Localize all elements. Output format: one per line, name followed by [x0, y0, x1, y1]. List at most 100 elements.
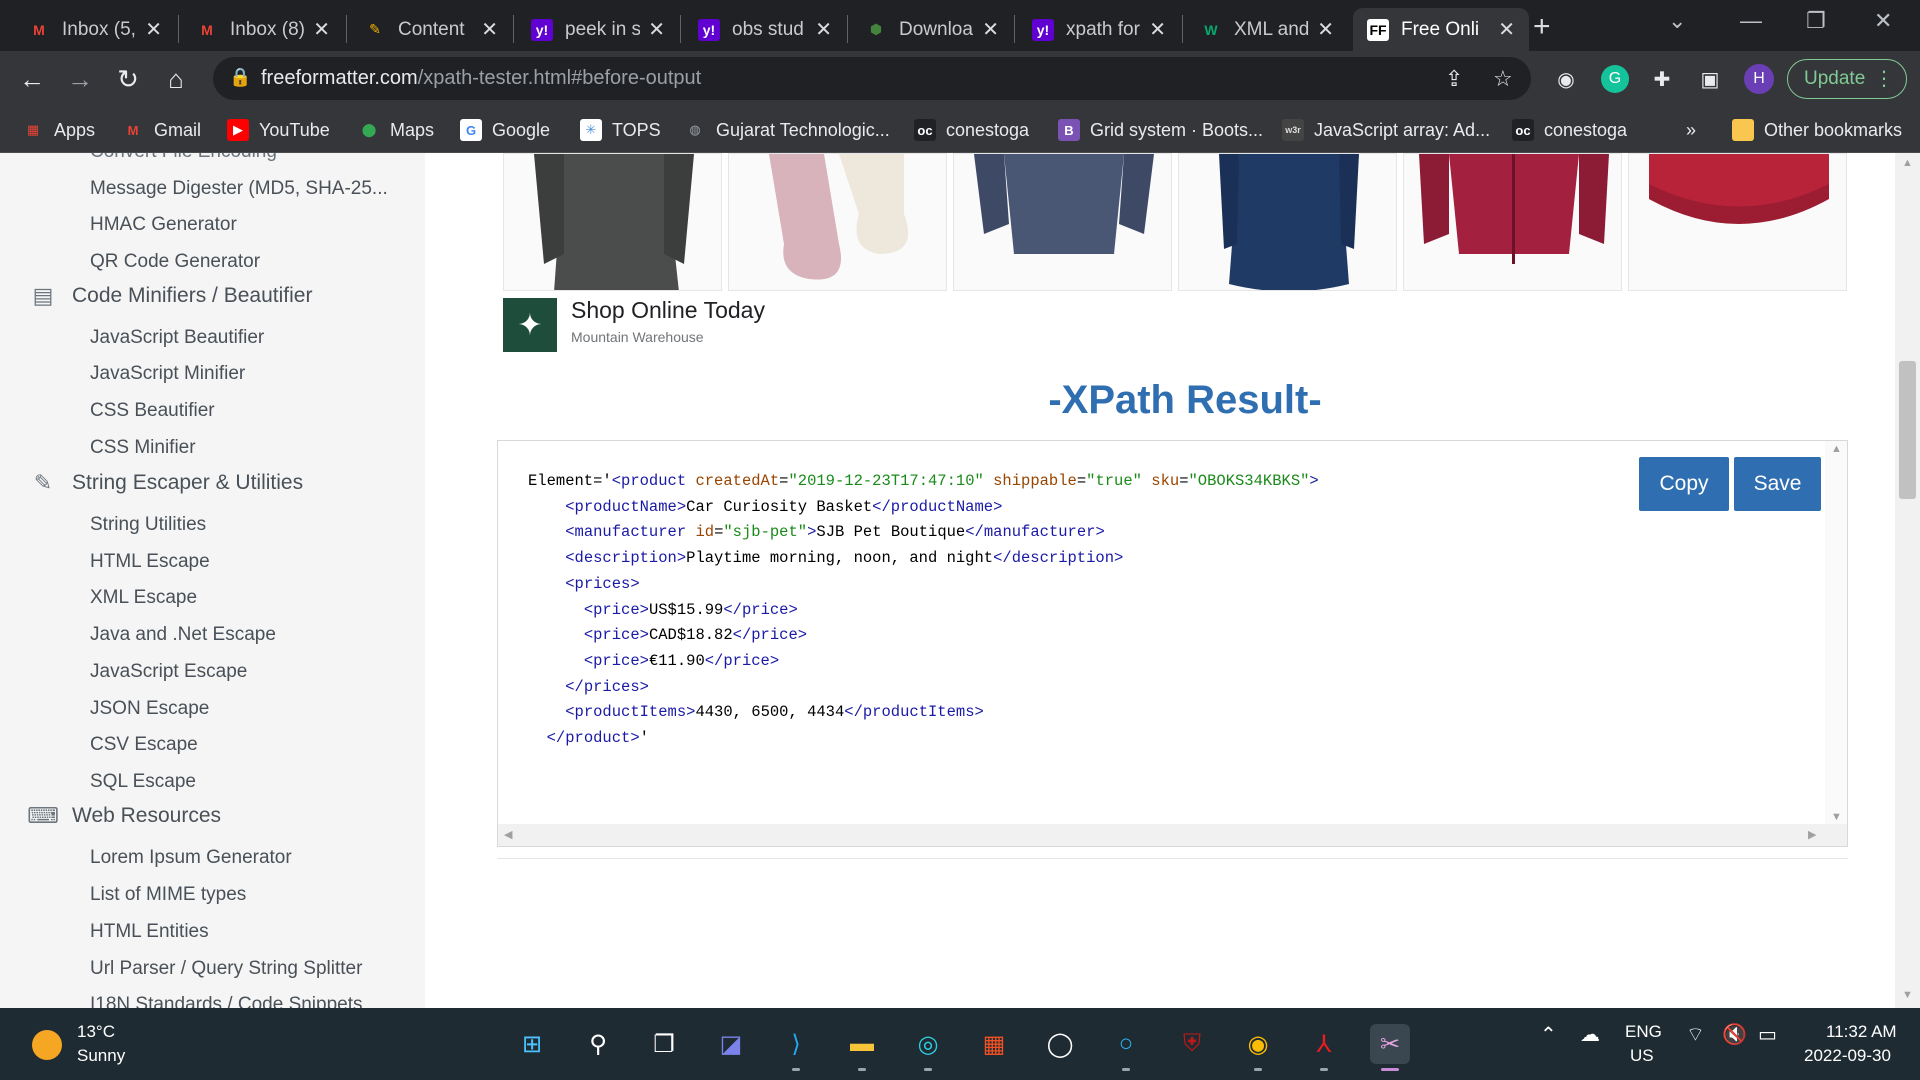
dell-icon[interactable]: ◯: [1040, 1024, 1080, 1064]
output-horizontal-scrollbar[interactable]: ◀ ▶: [498, 824, 1847, 846]
sidebar-category-minifiers[interactable]: ▤ Code Minifiers / Beautifier: [30, 283, 313, 309]
page-scroll-thumb[interactable]: [1899, 361, 1916, 499]
ad-product-coat[interactable]: [953, 153, 1172, 291]
browser-tab[interactable]: FF Free Onli ✕: [1353, 8, 1529, 51]
share-icon[interactable]: ⇪: [1445, 66, 1463, 92]
forward-icon[interactable]: →: [62, 61, 98, 97]
lock-icon[interactable]: 🔒: [229, 67, 251, 88]
edge-icon[interactable]: ◎: [908, 1024, 948, 1064]
sun-icon[interactable]: [32, 1030, 62, 1060]
sidebar-item-sql-escape[interactable]: SQL Escape: [90, 771, 196, 793]
sidebar-item-lorem-ipsum[interactable]: Lorem Ipsum Generator: [90, 847, 292, 869]
sidebar-item-java-net-escape[interactable]: Java and .Net Escape: [90, 624, 276, 646]
battery-icon[interactable]: ▭: [1758, 1022, 1777, 1047]
bookmark-item[interactable]: w3r JavaScript array: Ad...: [1282, 115, 1490, 145]
sidebar-category-web-resources[interactable]: ⌨ Web Resources: [27, 803, 221, 829]
xpath-result-output[interactable]: Element='<product createdAt = "2019-12-23T…: [497, 440, 1848, 847]
clock-date[interactable]: 2022-09-30: [1804, 1046, 1891, 1066]
profile-avatar[interactable]: H: [1744, 64, 1774, 94]
weather-temperature[interactable]: 13°C: [77, 1022, 115, 1042]
sidebar-item-js-minifier[interactable]: JavaScript Minifier: [90, 363, 245, 385]
sidebar-item-string-utilities[interactable]: String Utilities: [90, 514, 206, 536]
scroll-up-icon[interactable]: ▲: [1831, 443, 1842, 455]
snipping-tool-icon[interactable]: ✂: [1370, 1024, 1410, 1064]
new-tab-button[interactable]: +: [1533, 10, 1551, 44]
ad-product-parka[interactable]: [1178, 153, 1397, 291]
onedrive-icon[interactable]: ☁: [1580, 1022, 1600, 1047]
bookmark-item[interactable]: M Gmail: [122, 115, 201, 145]
sidebar-item-csv-escape[interactable]: CSV Escape: [90, 734, 198, 756]
sidebar-item-hmac-generator[interactable]: HMAC Generator: [90, 214, 237, 236]
extensions-puzzle-icon[interactable]: ✚: [1648, 65, 1676, 93]
language-indicator[interactable]: ENG: [1625, 1022, 1662, 1042]
bookmark-item[interactable]: B Grid system · Boots...: [1058, 115, 1263, 145]
scroll-left-icon[interactable]: ◀: [504, 828, 512, 841]
scroll-right-icon[interactable]: ▶: [1808, 828, 1816, 841]
bookmark-item[interactable]: oc conestoga: [1512, 115, 1627, 145]
reload-icon[interactable]: ↻: [110, 61, 146, 97]
task-view-icon[interactable]: ❐: [644, 1024, 684, 1064]
more-bookmarks-button[interactable]: »: [1686, 115, 1696, 145]
file-explorer-icon[interactable]: ▬: [842, 1024, 882, 1064]
advertisement-banner[interactable]: ✦ Shop Online Today Mountain Warehouse: [501, 153, 1848, 355]
ad-product-socks[interactable]: [728, 153, 947, 291]
bookmark-item[interactable]: ▦ Apps: [22, 115, 95, 145]
ad-title[interactable]: Shop Online Today: [571, 297, 765, 324]
page-scroll-up-icon[interactable]: ▲: [1902, 157, 1913, 169]
sidebar-item-url-parser[interactable]: Url Parser / Query String Splitter: [90, 958, 362, 980]
wifi-icon[interactable]: ⌔: [1686, 1022, 1705, 1047]
grammarly-extension-icon[interactable]: G: [1601, 65, 1629, 93]
minimize-icon[interactable]: —: [1740, 8, 1762, 34]
ad-product-rain-jacket[interactable]: [1403, 153, 1622, 291]
search-icon[interactable]: ⚲: [578, 1024, 618, 1064]
sidebar-item-javascript-escape[interactable]: JavaScript Escape: [90, 661, 247, 683]
mcafee-icon[interactable]: ⛨: [1172, 1024, 1212, 1064]
sidebar-category-string-escaper[interactable]: ✎ String Escaper & Utilities: [30, 470, 303, 496]
bookmark-star-icon[interactable]: ☆: [1493, 66, 1513, 92]
chat-icon[interactable]: ◪: [711, 1024, 751, 1064]
tab-close-icon[interactable]: ✕: [982, 17, 999, 42]
clock-time[interactable]: 11:32 AM: [1826, 1022, 1897, 1042]
tab-close-icon[interactable]: ✕: [815, 17, 832, 42]
ad-product-beanie[interactable]: [1628, 153, 1847, 291]
sidebar-item-json-escape[interactable]: JSON Escape: [90, 698, 209, 720]
scroll-down-icon[interactable]: ▼: [1831, 811, 1842, 823]
other-bookmarks-folder[interactable]: Other bookmarks: [1732, 115, 1902, 145]
menu-dots-icon[interactable]: ⋮: [1874, 66, 1894, 91]
update-button[interactable]: Update ⋮: [1787, 59, 1907, 99]
home-icon[interactable]: ⌂: [158, 61, 194, 97]
output-vertical-scrollbar[interactable]: ▲ ▼: [1825, 441, 1847, 827]
page-scroll-down-icon[interactable]: ▼: [1902, 989, 1913, 1001]
vscode-icon[interactable]: ⟩: [776, 1024, 816, 1064]
address-bar[interactable]: 🔒 freeformatter.com/xpath-tester.html#be…: [213, 57, 1531, 100]
tab-close-icon[interactable]: ✕: [145, 17, 162, 42]
windows-start-icon[interactable]: ⊞: [512, 1024, 552, 1064]
sidebar-item-mime-types[interactable]: List of MIME types: [90, 884, 246, 906]
sidebar-item-message-digester[interactable]: Message Digester (MD5, SHA-25...: [90, 178, 388, 200]
sidebar-item-css-beautifier[interactable]: CSS Beautifier: [90, 400, 215, 422]
tray-overflow-icon[interactable]: ⌃: [1540, 1022, 1557, 1047]
region-indicator[interactable]: US: [1630, 1046, 1654, 1066]
screen-recorder-extension-icon[interactable]: ◉: [1552, 65, 1580, 93]
sidebar-item-convert-file-encoding[interactable]: Convert File Encoding: [90, 153, 277, 163]
sidebar-item-i18n-standards[interactable]: I18N Standards / Code Snippets: [90, 994, 363, 1008]
close-window-icon[interactable]: ✕: [1874, 8, 1892, 34]
page-scrollbar[interactable]: ▲ ▼: [1895, 153, 1920, 1008]
copy-button[interactable]: Copy: [1639, 457, 1729, 511]
sidebar-item-html-escape[interactable]: HTML Escape: [90, 551, 210, 573]
tab-close-icon[interactable]: ✕: [1317, 17, 1334, 42]
tab-close-icon[interactable]: ✕: [648, 17, 665, 42]
browser-tab[interactable]: y! xpath for ✕: [1018, 8, 1180, 51]
volume-muted-icon[interactable]: 🔇: [1722, 1022, 1747, 1047]
sidebar-item-css-minifier[interactable]: CSS Minifier: [90, 437, 196, 459]
ad-product-jacket[interactable]: [503, 153, 722, 291]
restore-icon[interactable]: ❐: [1806, 8, 1826, 34]
bookmark-item[interactable]: ◍ Gujarat Technologic...: [684, 115, 889, 145]
browser-tab[interactable]: y! obs stud ✕: [684, 8, 846, 51]
tab-close-icon[interactable]: ✕: [1149, 17, 1166, 42]
tab-close-icon[interactable]: ✕: [1498, 17, 1515, 42]
chrome-icon[interactable]: ◉: [1238, 1024, 1278, 1064]
cortana-icon[interactable]: ○: [1106, 1024, 1146, 1064]
bookmark-item[interactable]: ✳ TOPS: [580, 115, 661, 145]
sidebar-item-js-beautifier[interactable]: JavaScript Beautifier: [90, 327, 264, 349]
